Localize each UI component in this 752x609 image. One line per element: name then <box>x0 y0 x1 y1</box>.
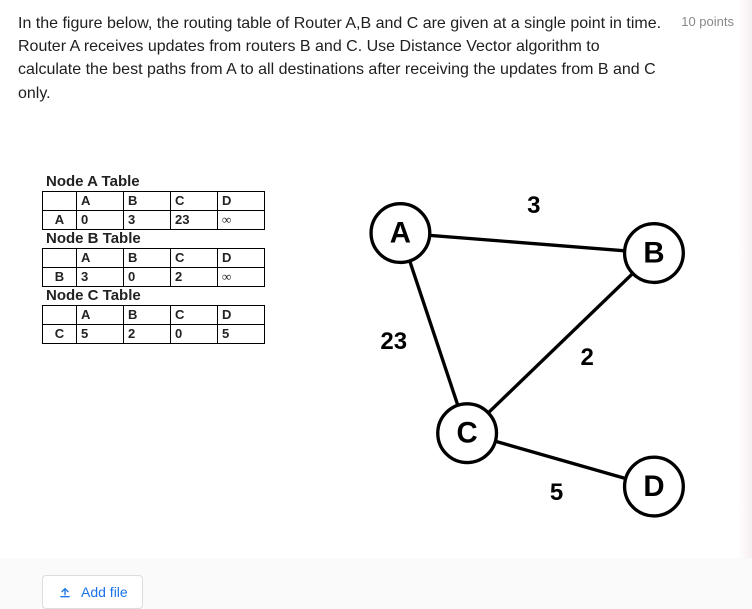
table-row: B 3 0 2 ∞ <box>43 267 265 286</box>
table-row: A B C D <box>43 191 265 210</box>
table-c: A B C D C 5 2 0 5 <box>42 305 265 344</box>
weight-a-c: 23 <box>380 328 407 355</box>
table-row: A B C D <box>43 248 265 267</box>
tables-column: Node A Table A B C D A 0 3 23 ∞ Node B T… <box>42 173 277 537</box>
add-file-button[interactable]: Add file <box>42 575 143 609</box>
weight-c-d: 5 <box>550 479 563 506</box>
node-b-label: B <box>643 236 664 269</box>
table-b-title: Node B Table <box>46 230 277 247</box>
node-a-label: A <box>390 216 411 249</box>
edge-a-c <box>400 233 467 433</box>
table-a-title: Node A Table <box>46 173 277 190</box>
right-gutter <box>738 0 752 558</box>
table-row: C 5 2 0 5 <box>43 324 265 343</box>
table-b: A B C D B 3 0 2 ∞ <box>42 248 265 287</box>
table-c-title: Node C Table <box>46 287 277 304</box>
network-graph: 3 23 2 5 A B C D <box>307 173 734 533</box>
node-d-label: D <box>643 470 664 503</box>
question-text: In the figure below, the routing table o… <box>18 12 663 105</box>
table-row: A 0 3 23 ∞ <box>43 210 265 229</box>
graph-column: 3 23 2 5 A B C D <box>307 173 734 537</box>
question-header: In the figure below, the routing table o… <box>18 12 734 105</box>
points-label: 10 points <box>681 12 734 29</box>
add-file-label: Add file <box>81 584 128 600</box>
table-a: A B C D A 0 3 23 ∞ <box>42 191 265 230</box>
edge-b-c <box>467 253 654 433</box>
weight-a-b: 3 <box>527 192 540 219</box>
edge-a-b <box>400 233 654 253</box>
table-row: A B C D <box>43 305 265 324</box>
content-row: Node A Table A B C D A 0 3 23 ∞ Node B T… <box>18 173 734 537</box>
upload-icon <box>57 584 73 600</box>
weight-b-c: 2 <box>581 344 594 371</box>
node-c-label: C <box>457 416 478 449</box>
question-page: In the figure below, the routing table o… <box>0 0 752 558</box>
